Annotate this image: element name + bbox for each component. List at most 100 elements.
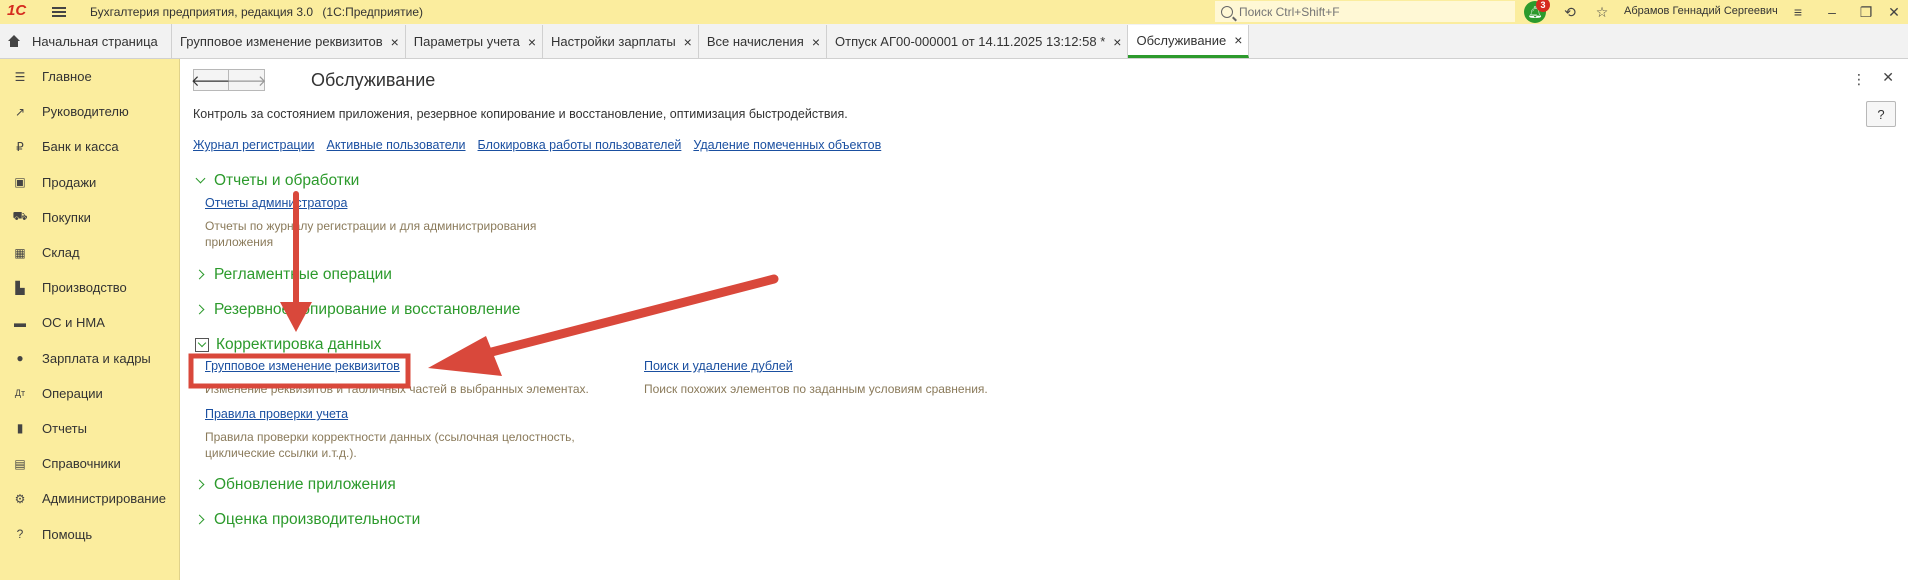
event-log-link[interactable]: Журнал регистрации: [193, 138, 315, 152]
tab-vacation-doc[interactable]: Отпуск АГ00-000001 от 14.11.2025 13:12:5…: [827, 25, 1129, 58]
active-users-link[interactable]: Активные пользователи: [327, 138, 466, 152]
sidebar-item-help[interactable]: ? Помощь: [0, 516, 179, 551]
section-title: Корректировка данных: [216, 336, 382, 353]
tab-all-accruals[interactable]: Все начисления ×: [699, 25, 828, 58]
chevron-right-icon: [195, 304, 207, 316]
sidebar-item-fixed-assets[interactable]: ▬ ОС и НМА: [0, 305, 179, 340]
title-bar: 1С Бухгалтерия предприятия, редакция 3.0…: [0, 0, 1908, 24]
menu-icon: ☰: [14, 69, 26, 84]
sidebar-item-label: Главное: [42, 69, 92, 85]
desc-line: приложения: [205, 235, 274, 249]
restore-icon[interactable]: ❐: [1856, 2, 1876, 22]
sidebar-item-warehouse[interactable]: ▦ Склад: [0, 235, 179, 270]
section-reports-header[interactable]: Отчеты и обработки: [195, 172, 359, 190]
section-routine-header[interactable]: Регламентные операции: [195, 266, 392, 284]
tab-home[interactable]: Начальная страница: [0, 24, 172, 58]
question-icon: ?: [16, 527, 24, 542]
history-icon[interactable]: ⟲: [1560, 2, 1580, 22]
sidebar-item-catalogs[interactable]: ▤ Справочники: [0, 446, 179, 481]
ruble-icon: ₽: [16, 139, 24, 154]
page-title: Обслуживание: [311, 70, 436, 90]
tab-maintenance[interactable]: Обслуживание ×: [1128, 25, 1250, 58]
chevron-right-icon: [195, 479, 207, 491]
search-input[interactable]: [1239, 4, 1499, 19]
user-name[interactable]: Абрамов Геннадий Сергеевич: [1624, 5, 1778, 17]
desc-line: Отчеты по журналу регистрации и для адми…: [205, 219, 537, 233]
admin-reports-desc: Отчеты по журналу регистрации и для адми…: [205, 218, 536, 250]
navigation-buttons: 🡐 🡒: [191, 69, 267, 91]
dt-kt-icon: Дт: [14, 388, 26, 399]
chevron-down-icon: [195, 338, 209, 352]
sidebar-item-label: Отчеты: [42, 420, 87, 436]
truck-icon: ▬: [14, 315, 26, 330]
section-title: Обновление приложения: [214, 476, 396, 493]
sidebar-item-production[interactable]: ▙ Производство: [0, 270, 179, 305]
sidebar-item-label: Справочники: [42, 456, 121, 472]
tab-label: Отпуск АГ00-000001 от 14.11.2025 13:12:5…: [835, 34, 1106, 49]
favorites-star-icon[interactable]: ☆: [1592, 2, 1612, 22]
app-title: Бухгалтерия предприятия, редакция 3.0 (1…: [90, 5, 423, 19]
desc-line: циклические ссылки и.т.д.).: [205, 446, 357, 460]
sidebar-item-salary[interactable]: ● Зарплата и кадры: [0, 341, 179, 376]
tab-close-icon[interactable]: ×: [391, 34, 399, 50]
close-form-icon[interactable]: ✕: [1882, 69, 1894, 86]
section-performance-header[interactable]: Оценка производительности: [195, 511, 420, 529]
check-rules-desc: Правила проверки корректности данных (сс…: [205, 429, 575, 461]
find-duplicates-link[interactable]: Поиск и удаление дублей: [644, 359, 793, 373]
sidebar-item-manager[interactable]: ↗ Руководителю: [0, 94, 179, 129]
sidebar-item-label: Продажи: [42, 174, 97, 190]
sidebar-item-label: Администрирование: [42, 491, 166, 507]
tab-close-icon[interactable]: ×: [812, 34, 820, 50]
check-rules-link[interactable]: Правила проверки учета: [205, 407, 348, 421]
chevron-right-icon: [195, 514, 207, 526]
tab-group-edit[interactable]: Групповое изменение реквизитов ×: [172, 25, 406, 58]
sidebar-item-bank[interactable]: ₽ Банк и касса: [0, 129, 179, 164]
forward-button[interactable]: 🡒: [226, 69, 267, 91]
section-title: Отчеты и обработки: [214, 172, 360, 189]
group-edit-link[interactable]: Групповое изменение реквизитов: [205, 359, 400, 373]
global-search[interactable]: [1215, 1, 1515, 22]
minimize-icon[interactable]: –: [1822, 2, 1842, 22]
block-users-link[interactable]: Блокировка работы пользователей: [478, 138, 682, 152]
help-button[interactable]: ?: [1866, 101, 1896, 127]
back-button[interactable]: 🡐: [191, 69, 231, 91]
tab-label: Групповое изменение реквизитов: [180, 34, 383, 49]
admin-reports-link[interactable]: Отчеты администратора: [205, 196, 347, 210]
tab-close-icon[interactable]: ×: [1113, 34, 1121, 50]
sidebar-item-label: Банк и касса: [42, 139, 119, 155]
main-menu-icon[interactable]: [52, 7, 66, 17]
delete-marked-link[interactable]: Удаление помеченных объектов: [693, 138, 881, 152]
section-correction-header[interactable]: Корректировка данных: [195, 336, 381, 354]
sidebar-item-operations[interactable]: Дт Операции: [0, 376, 179, 411]
chart-icon: ▮: [16, 421, 24, 436]
group-edit-desc: Изменение реквизитов и табличных частей …: [205, 382, 589, 396]
sidebar-item-administration[interactable]: ⚙ Администрирование: [0, 481, 179, 516]
app-name: Бухгалтерия предприятия, редакция 3.0: [90, 5, 314, 19]
sidebar-item-main[interactable]: ☰ Главное: [0, 59, 179, 94]
section-update-header[interactable]: Обновление приложения: [195, 476, 396, 494]
more-actions-icon[interactable]: ⋮: [1852, 71, 1866, 88]
tab-label: Параметры учета: [413, 34, 520, 49]
sidebar-item-label: ОС и НМА: [42, 315, 105, 331]
open-tabs-bar: Начальная страница Групповое изменение р…: [0, 24, 1908, 59]
chevron-right-icon: [195, 269, 207, 281]
tab-label: Настройки зарплаты: [551, 34, 676, 49]
tab-close-icon[interactable]: ×: [684, 34, 692, 50]
sections-sidebar: ☰ Главное ↗ Руководителю ₽ Банк и касса ▣ Пр…: [0, 59, 180, 580]
settings-menu-icon[interactable]: ≡: [1788, 2, 1808, 22]
tab-label: Все начисления: [706, 34, 804, 49]
tab-close-icon[interactable]: ×: [1234, 32, 1242, 48]
sidebar-item-reports[interactable]: ▮ Отчеты: [0, 411, 179, 446]
sidebar-item-sales[interactable]: ▣ Продажи: [0, 165, 179, 200]
tab-payroll-settings[interactable]: Настройки зарплаты ×: [543, 25, 699, 58]
section-backup-header[interactable]: Резервное копирование и восстановление: [195, 301, 520, 319]
search-icon: [1221, 5, 1233, 18]
gear-icon: ⚙: [14, 491, 26, 506]
close-window-icon[interactable]: ✕: [1884, 2, 1904, 22]
bag-icon: ▣: [14, 175, 26, 190]
1c-logo-icon[interactable]: 1С: [6, 2, 42, 21]
tab-close-icon[interactable]: ×: [528, 34, 536, 50]
sidebar-item-purchases[interactable]: ⛟ Покупки: [0, 200, 179, 235]
tab-accounting-params[interactable]: Параметры учета ×: [406, 25, 544, 58]
grid-icon: ▦: [14, 245, 26, 260]
